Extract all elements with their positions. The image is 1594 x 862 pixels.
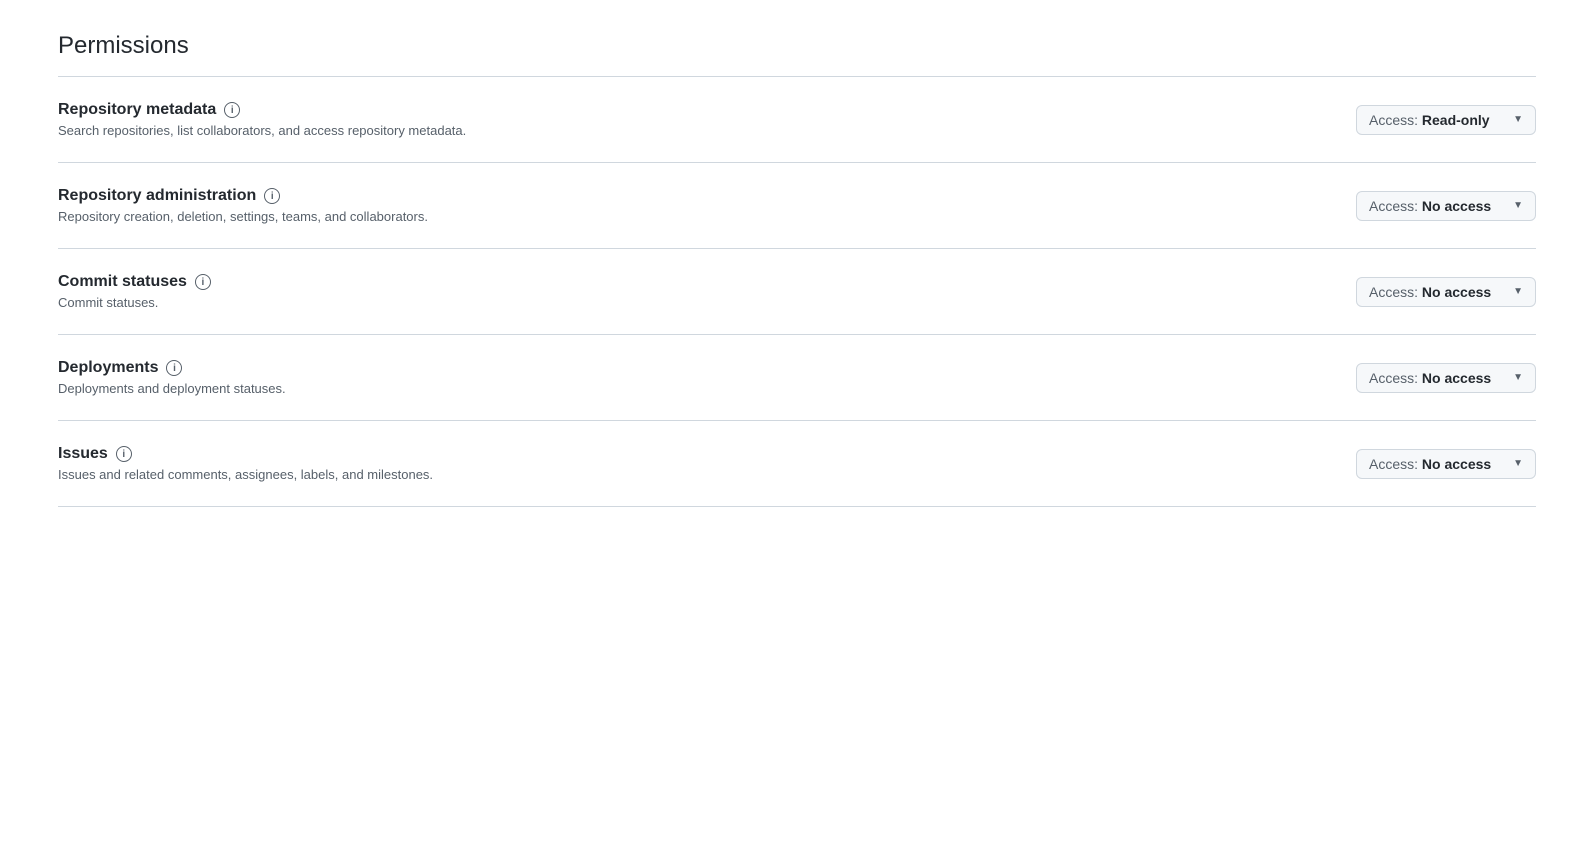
access-label-repo-metadata: Access: Read-only (1369, 112, 1490, 128)
dropdown-arrow-commit-statuses: ▼ (1513, 286, 1523, 297)
permission-row-deployments: Deployments i Deployments and deployment… (58, 335, 1536, 420)
info-icon-issues: i (116, 446, 132, 462)
permission-name-commit-statuses: Commit statuses (58, 273, 187, 291)
permission-name-repo-administration: Repository administration (58, 187, 256, 205)
permission-name-issues: Issues (58, 445, 108, 463)
dropdown-arrow-repo-administration: ▼ (1513, 200, 1523, 211)
divider-issues (58, 506, 1536, 507)
permission-description-repo-metadata: Search repositories, list collaborators,… (58, 123, 1356, 138)
permission-info-commit-statuses: Commit statuses i Commit statuses. (58, 273, 1356, 310)
access-prefix-issues: Access: (1369, 456, 1422, 472)
access-prefix-deployments: Access: (1369, 370, 1422, 386)
dropdown-arrow-issues: ▼ (1513, 458, 1523, 469)
dropdown-arrow-deployments: ▼ (1513, 372, 1523, 383)
access-prefix-commit-statuses: Access: (1369, 284, 1422, 300)
permission-name-deployments: Deployments (58, 359, 158, 377)
permission-title-row-issues: Issues i (58, 445, 1356, 463)
permission-info-issues: Issues i Issues and related comments, as… (58, 445, 1356, 482)
permission-description-commit-statuses: Commit statuses. (58, 295, 1356, 310)
access-prefix-repo-administration: Access: (1369, 198, 1422, 214)
permission-row-commit-statuses: Commit statuses i Commit statuses. Acces… (58, 249, 1536, 334)
access-label-commit-statuses: Access: No access (1369, 284, 1491, 300)
access-dropdown-repo-metadata[interactable]: Access: Read-only ▼ (1356, 105, 1536, 135)
permission-info-deployments: Deployments i Deployments and deployment… (58, 359, 1356, 396)
permission-description-issues: Issues and related comments, assignees, … (58, 467, 1356, 482)
page-container: Permissions Repository metadata i Search… (0, 0, 1594, 539)
dropdown-arrow-repo-metadata: ▼ (1513, 114, 1523, 125)
info-icon-repo-administration: i (264, 188, 280, 204)
access-value-issues: No access (1422, 456, 1491, 472)
info-icon-commit-statuses: i (195, 274, 211, 290)
permission-title-row-repo-administration: Repository administration i (58, 187, 1356, 205)
permission-title-row-repo-metadata: Repository metadata i (58, 101, 1356, 119)
access-value-commit-statuses: No access (1422, 284, 1491, 300)
page-title: Permissions (58, 32, 1536, 60)
permission-name-repo-metadata: Repository metadata (58, 101, 216, 119)
permission-description-repo-administration: Repository creation, deletion, settings,… (58, 209, 1356, 224)
access-value-repo-administration: No access (1422, 198, 1491, 214)
permission-info-repo-metadata: Repository metadata i Search repositorie… (58, 101, 1356, 138)
permission-title-row-deployments: Deployments i (58, 359, 1356, 377)
access-label-issues: Access: No access (1369, 456, 1491, 472)
access-value-deployments: No access (1422, 370, 1491, 386)
permission-info-repo-administration: Repository administration i Repository c… (58, 187, 1356, 224)
access-label-deployments: Access: No access (1369, 370, 1491, 386)
access-value-repo-metadata: Read-only (1422, 112, 1490, 128)
access-label-repo-administration: Access: No access (1369, 198, 1491, 214)
access-dropdown-commit-statuses[interactable]: Access: No access ▼ (1356, 277, 1536, 307)
access-dropdown-deployments[interactable]: Access: No access ▼ (1356, 363, 1536, 393)
permission-row-repo-administration: Repository administration i Repository c… (58, 163, 1536, 248)
info-icon-deployments: i (166, 360, 182, 376)
permissions-list: Repository metadata i Search repositorie… (58, 77, 1536, 507)
permission-row-repo-metadata: Repository metadata i Search repositorie… (58, 77, 1536, 162)
permission-description-deployments: Deployments and deployment statuses. (58, 381, 1356, 396)
permission-row-issues: Issues i Issues and related comments, as… (58, 421, 1536, 506)
access-dropdown-issues[interactable]: Access: No access ▼ (1356, 449, 1536, 479)
access-dropdown-repo-administration[interactable]: Access: No access ▼ (1356, 191, 1536, 221)
info-icon-repo-metadata: i (224, 102, 240, 118)
permission-title-row-commit-statuses: Commit statuses i (58, 273, 1356, 291)
access-prefix-repo-metadata: Access: (1369, 112, 1422, 128)
